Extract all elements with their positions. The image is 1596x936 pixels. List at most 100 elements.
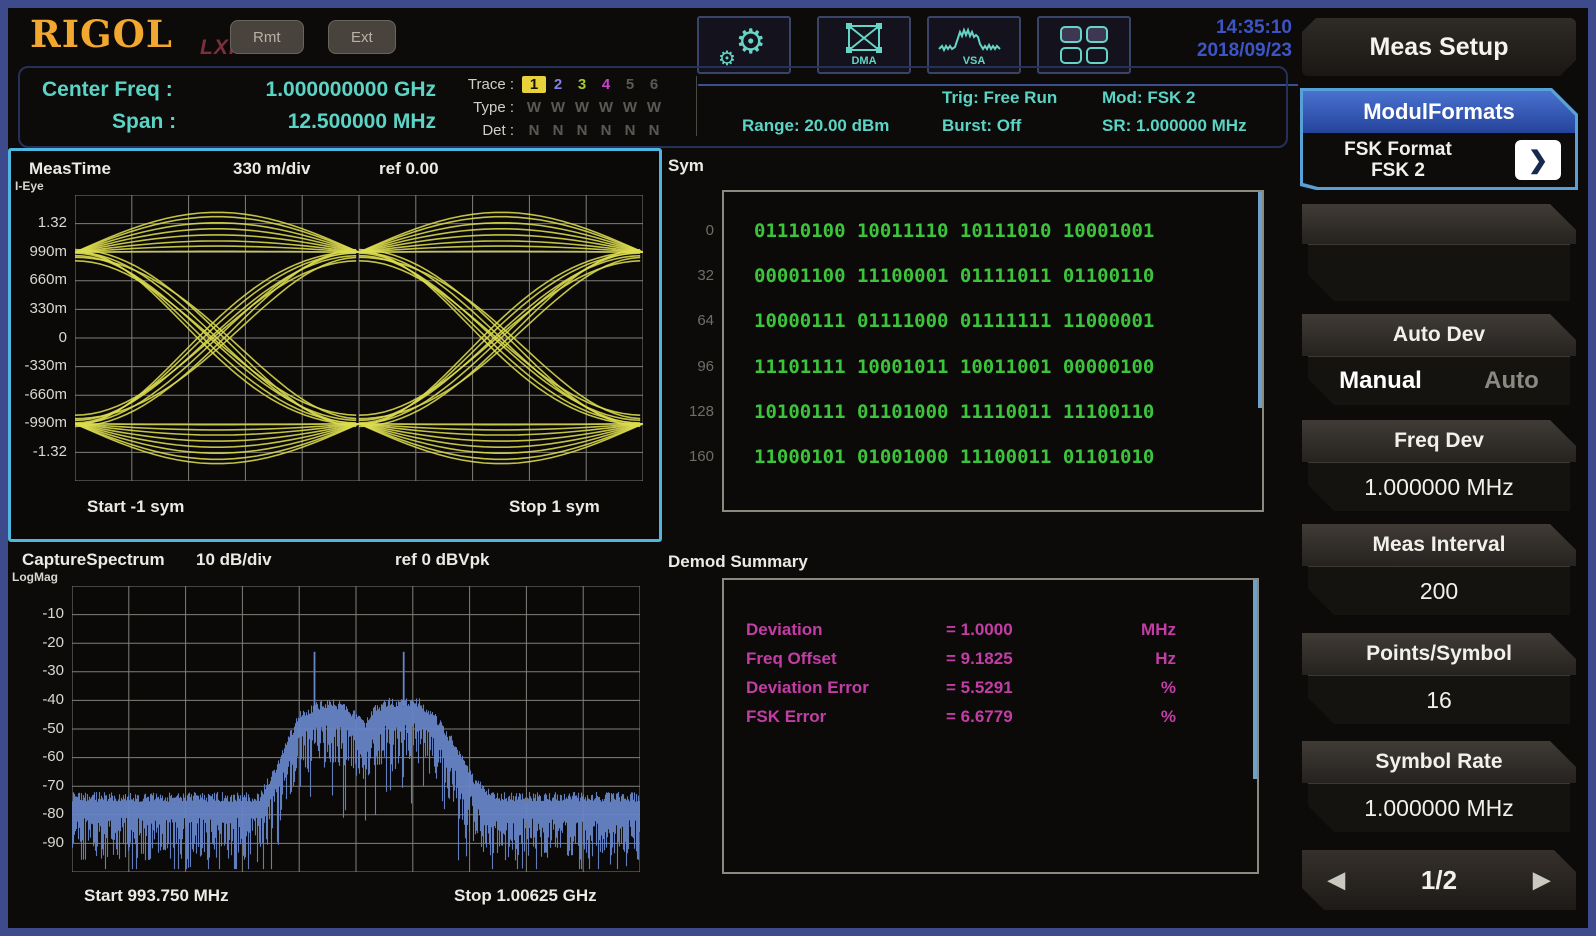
menu-pager: ◀ 1/2 ▶ (1302, 850, 1576, 910)
spectrum-y-axis: -10 -20 -30 -40 -50 -60 -70 -80 -90 (42, 605, 64, 851)
demod-value: = 6.6779 (946, 707, 1013, 726)
freq-dev-value[interactable]: 1.000000 MHz (1308, 462, 1570, 511)
meas-interval-label: Meas Interval (1302, 524, 1576, 566)
rmt-button[interactable]: Rmt (230, 20, 304, 54)
eye-diagram-chart (75, 195, 643, 481)
sym-row-bits: 11000101 01001000 11100011 01101010 (754, 446, 1155, 468)
eye-diagram-panel[interactable]: MeasTime 330 m/div ref 0.00 I-Eye 1.32 99… (8, 148, 662, 542)
range-readout: Range: 20.00 dBm (742, 116, 890, 135)
demod-unit: % (1160, 678, 1176, 697)
eye-scale: 330 m/div (233, 159, 311, 178)
modulformats-header: ModulFormats (1303, 91, 1575, 133)
trig-readout: Trig: Free Run (942, 88, 1058, 107)
demod-row: Freq Offset = 9.1825 Hz (746, 649, 1226, 669)
auto-dev-option-manual[interactable]: Manual (1339, 367, 1422, 395)
trace-5[interactable]: 5 (618, 76, 642, 93)
demod-value: = 1.0000 (946, 620, 1013, 639)
symbol-rate-label: Symbol Rate (1302, 741, 1576, 783)
trace-3[interactable]: 3 (570, 76, 594, 93)
eye-ref: ref 0.00 (379, 159, 439, 178)
rigol-logo: RIGOL (30, 12, 173, 56)
sym-row-bits: 01110100 10011110 10111010 10001001 (754, 220, 1155, 242)
mod-readout: Mod: FSK 2 (1102, 88, 1196, 107)
eye-title: MeasTime (29, 159, 111, 178)
page-next-icon[interactable]: ▶ (1533, 867, 1550, 893)
softkey-modulformats[interactable]: ModulFormats FSK Format FSK 2 ❯ (1300, 88, 1578, 190)
softkey-symbol-rate[interactable]: Symbol Rate 1.000000 MHz (1298, 741, 1580, 832)
softkey-auto-dev[interactable]: Auto Dev Manual Auto (1298, 314, 1580, 405)
demod-name: Freq Offset (746, 649, 837, 668)
sym-row-index: 64 (697, 312, 714, 329)
span-value[interactable]: 12.500000 MHz (206, 110, 436, 134)
demod-title: Demod Summary (668, 552, 808, 571)
det-4: N (600, 122, 612, 139)
ext-button[interactable]: Ext (328, 20, 396, 54)
softkey-points-symbol[interactable]: Points/Symbol 16 (1298, 633, 1580, 724)
trace-2[interactable]: 2 (546, 76, 570, 93)
demod-scrollbar[interactable] (1253, 580, 1257, 779)
settings-gears-icon: ⚙ ⚙ (718, 23, 766, 70)
status-bar: Center Freq : 1.000000000 GHz Span : 12.… (18, 66, 1288, 148)
softkey-meas-interval[interactable]: Meas Interval 200 (1298, 524, 1580, 615)
clock: 14:35:10 2018/09/23 (1197, 16, 1292, 62)
demod-name: FSK Error (746, 707, 827, 726)
page-indicator: 1/2 (1420, 864, 1458, 895)
freq-dev-label: Freq Dev (1302, 420, 1576, 462)
det-1: N (528, 122, 540, 139)
auto-dev-toggle[interactable]: Manual Auto (1308, 367, 1570, 395)
type-label: Type : (473, 99, 514, 116)
type-1: W (526, 99, 542, 116)
time: 14:35:10 (1215, 17, 1292, 38)
eye-y-axis: 1.32 990m 660m 330m 0 -330m -660m -990m -1.3… (24, 214, 67, 460)
demod-row: Deviation = 1.0000 MHz (746, 620, 1226, 640)
demod-unit: % (1160, 707, 1176, 726)
center-freq-label: Center Freq : (42, 78, 173, 101)
demod-row: Deviation Error = 5.5291 % (746, 678, 1226, 698)
demod-value: = 5.5291 (946, 678, 1013, 697)
det-2: N (552, 122, 564, 139)
sym-data-box: 01110100 10011110 10111010 10001001 0000… (722, 190, 1264, 512)
type-6: W (646, 99, 662, 116)
center-freq-value[interactable]: 1.000000000 GHz (206, 78, 436, 102)
sr-readout: SR: 1.000000 MHz (1102, 116, 1247, 135)
burst-readout: Burst: Off (942, 116, 1022, 135)
sym-scrollbar[interactable] (1258, 192, 1262, 409)
sym-title: Sym (668, 156, 704, 175)
spectrum-scale: 10 dB/div (196, 550, 272, 569)
spectrum-chart (72, 586, 640, 872)
det-5: N (624, 122, 636, 139)
demod-unit: Hz (1155, 649, 1176, 668)
page-prev-icon[interactable]: ◀ (1328, 867, 1345, 893)
status-divider (696, 76, 697, 136)
fsk-format-value: FSK Format FSK 2 (1344, 139, 1452, 181)
sym-panel[interactable]: Sym 01110100 10011110 10111010 10001001 … (658, 148, 1294, 536)
vsa-spectrum-icon (938, 27, 1001, 53)
sym-row-index: 96 (697, 358, 714, 375)
demod-data-box: Deviation = 1.0000 MHz Freq Offset = 9.1… (722, 578, 1259, 874)
meas-interval-value[interactable]: 200 (1308, 566, 1570, 615)
capture-spectrum-panel[interactable]: CaptureSpectrum 10 dB/div ref 0 dBVpk Lo… (10, 542, 656, 922)
auto-dev-option-auto[interactable]: Auto (1484, 367, 1539, 395)
dma-constellation-icon (846, 23, 882, 53)
trace-4[interactable]: 4 (594, 76, 618, 93)
trace-table: Trace : 1 2 3 4 5 6 Type : W W W W W W D… (458, 73, 666, 142)
submenu-arrow-icon[interactable]: ❯ (1515, 140, 1561, 180)
eye-x-start: Start -1 sym (87, 497, 185, 516)
softkey-menu: Meas Setup ModulFormats FSK Format FSK 2… (1298, 8, 1580, 928)
window-layout-icon (1060, 26, 1108, 64)
points-symbol-value[interactable]: 16 (1308, 675, 1570, 724)
menu-title: Meas Setup (1302, 18, 1576, 76)
symbol-rate-value[interactable]: 1.000000 MHz (1308, 783, 1570, 832)
auto-dev-label: Auto Dev (1302, 314, 1576, 356)
softkey-freq-dev[interactable]: Freq Dev 1.000000 MHz (1298, 420, 1580, 511)
eye-x-stop: Stop 1 sym (509, 497, 600, 516)
trace-1[interactable]: 1 (522, 76, 546, 93)
det-label: Det : (482, 122, 514, 139)
spectrum-ref: ref 0 dBVpk (395, 550, 490, 569)
trace-6[interactable]: 6 (642, 76, 666, 93)
demod-value: = 9.1825 (946, 649, 1013, 668)
eye-mode-label: I-Eye (15, 179, 44, 193)
spectrum-title: CaptureSpectrum (22, 550, 165, 569)
type-4: W (598, 99, 614, 116)
demod-summary-panel[interactable]: Demod Summary Deviation = 1.0000 MHz Fre… (658, 542, 1294, 922)
